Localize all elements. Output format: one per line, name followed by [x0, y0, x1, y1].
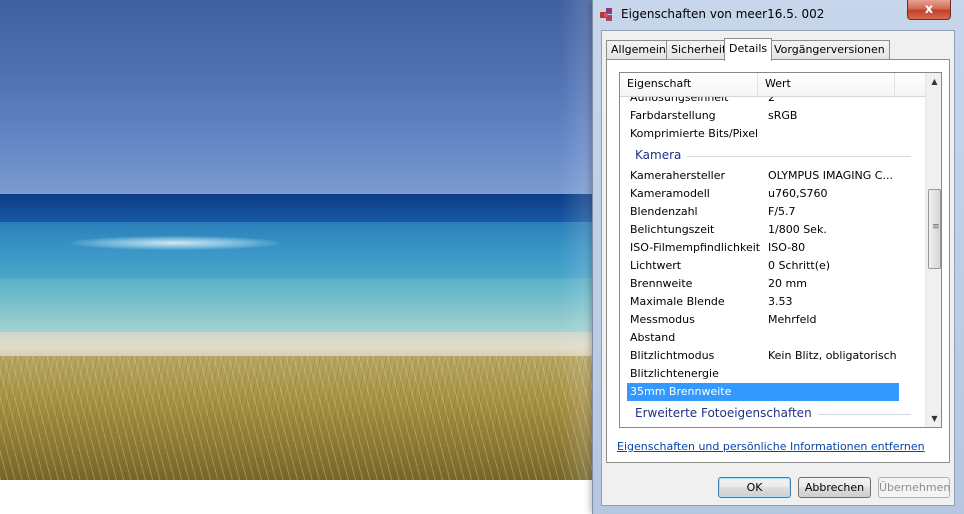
scrollbar-thumb[interactable]: ≡	[928, 189, 941, 269]
scroll-down-button[interactable]: ▼	[926, 410, 941, 427]
tab-allgemein[interactable]: Allgemein	[606, 40, 671, 60]
row-value: u760,S760	[768, 187, 828, 200]
row-value: Mehrfeld	[768, 313, 817, 326]
row-property: Blitzlichtenergie	[630, 367, 719, 380]
list-row-selected[interactable]: 35mm Brennweite	[627, 383, 899, 401]
apply-button[interactable]: Übernehmen	[878, 477, 950, 498]
photo-wave	[70, 236, 280, 250]
row-property: Kameramodell	[630, 187, 710, 200]
column-header-property[interactable]: Eigenschaft	[620, 73, 758, 97]
list-header: Eigenschaft Wert	[620, 73, 925, 97]
list-row[interactable]: Lichtwert 0 Schritt(e)	[620, 257, 925, 275]
row-value: 2	[768, 97, 775, 104]
properties-puzzle-icon	[599, 7, 615, 23]
list-row[interactable]: Abstand	[620, 329, 925, 347]
list-row[interactable]: Maximale Blende 3.53	[620, 293, 925, 311]
column-header-value[interactable]: Wert	[758, 73, 895, 97]
row-value: sRGB	[768, 109, 798, 122]
properties-dialog: Eigenschaften von meer16.5. 002 x Allgem…	[592, 0, 964, 514]
window-title: Eigenschaften von meer16.5. 002	[621, 7, 825, 21]
row-property: Farbdarstellung	[630, 109, 716, 122]
close-button[interactable]: x	[907, 0, 951, 20]
row-property: Blitzlichtmodus	[630, 349, 715, 362]
row-property: Kamerahersteller	[630, 169, 725, 182]
row-value: 20 mm	[768, 277, 807, 290]
chevron-up-icon: ▲	[931, 77, 938, 86]
row-value: 0 Schritt(e)	[768, 259, 831, 272]
tab-vorgaengerversionen[interactable]: Vorgängerversionen	[769, 40, 890, 60]
chevron-down-icon: ▼	[931, 414, 938, 423]
cancel-button[interactable]: Abbrechen	[798, 477, 871, 498]
list-row[interactable]: Messmodus Mehrfeld	[620, 311, 925, 329]
list-row[interactable]: Brennweite 20 mm	[620, 275, 925, 293]
tab-details[interactable]: Details	[724, 38, 773, 61]
list-row[interactable]: Blitzlichtmodus Kein Blitz, obligatorisc…	[620, 347, 925, 365]
row-value: 3.53	[768, 295, 793, 308]
remove-properties-link[interactable]: Eigenschaften und persönliche Informatio…	[617, 440, 925, 453]
row-property: Abstand	[630, 331, 676, 344]
list-rows: Auflösungseinheit 2 Farbdarstellung sRGB…	[620, 97, 925, 427]
row-property: Belichtungszeit	[630, 223, 715, 236]
list-row[interactable]: Kameramodell u760,S760	[620, 185, 925, 203]
list-row[interactable]: Blendenzahl F/5.7	[620, 203, 925, 221]
row-property: Lichtwert	[630, 259, 682, 272]
list-row[interactable]: Auflösungseinheit 2	[620, 97, 925, 107]
title-bar[interactable]: Eigenschaften von meer16.5. 002 x	[593, 0, 964, 30]
row-property: Blendenzahl	[630, 205, 698, 218]
row-value: ISO-80	[768, 241, 806, 254]
row-property: 35mm Brennweite	[630, 385, 732, 398]
row-property: Messmodus	[630, 313, 695, 326]
list-row[interactable]: Belichtungszeit 1/800 Sek.	[620, 221, 925, 239]
group-header-kamera: Kamera	[620, 143, 925, 167]
list-row[interactable]: Farbdarstellung sRGB	[620, 107, 925, 125]
list-row[interactable]: Blitzlichtenergie	[620, 365, 925, 383]
row-property: ISO-Filmempfindlichkeit	[630, 241, 761, 254]
row-value: Kein Blitz, obligatorisch	[768, 349, 897, 362]
row-property: Maximale Blende	[630, 295, 725, 308]
row-property: Komprimierte Bits/Pixel	[630, 127, 759, 140]
vertical-scrollbar[interactable]: ▲ ≡ ▼	[925, 73, 941, 427]
tab-sicherheit[interactable]: Sicherheit	[666, 40, 732, 60]
group-label: Kamera	[635, 148, 688, 162]
row-property: Auflösungseinheit	[630, 97, 729, 104]
list-row[interactable]: ISO-Filmempfindlichkeit ISO-80	[620, 239, 925, 257]
ok-button[interactable]: OK	[718, 477, 791, 498]
details-list[interactable]: Eigenschaft Wert Auflösungseinheit 2 Far…	[619, 72, 942, 428]
scroll-up-button[interactable]: ▲	[926, 73, 941, 90]
row-value: 1/800 Sek.	[768, 223, 827, 236]
list-row[interactable]: Komprimierte Bits/Pixel	[620, 125, 925, 143]
dialog-client-area: Allgemein Sicherheit Details Vorgängerve…	[601, 30, 955, 506]
grip-icon: ≡	[932, 222, 940, 232]
row-value: OLYMPUS IMAGING C...	[768, 169, 893, 182]
row-property: Brennweite	[630, 277, 693, 290]
details-tab-panel: Eigenschaft Wert Auflösungseinheit 2 Far…	[606, 59, 950, 463]
row-value: F/5.7	[768, 205, 796, 218]
list-row[interactable]: Kamerahersteller OLYMPUS IMAGING C...	[620, 167, 925, 185]
group-label: Erweiterte Fotoeigenschaften	[635, 406, 818, 420]
group-header-erweiterte-fotoeigenschaften: Erweiterte Fotoeigenschaften	[620, 401, 925, 425]
close-icon: x	[924, 2, 934, 17]
